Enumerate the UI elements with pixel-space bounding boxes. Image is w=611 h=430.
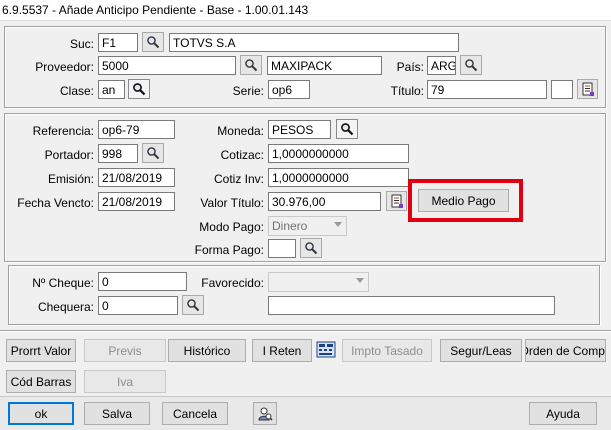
fecha-vencto-field[interactable]: 21/08/2019 bbox=[98, 192, 175, 211]
portador-label: Portador: bbox=[44, 148, 94, 162]
ayuda-button[interactable]: Ayuda bbox=[529, 402, 597, 425]
cheque-numero-label: Nº Cheque: bbox=[32, 276, 94, 290]
titulo-field[interactable]: 79 bbox=[427, 80, 547, 99]
suc-description: TOTVS S.A bbox=[169, 33, 459, 52]
cotiz-inv-label: Cotiz Inv: bbox=[213, 172, 264, 186]
impto-tasado-button[interactable]: Impto Tasado bbox=[342, 339, 432, 362]
modo-pago-label: Modo Pago: bbox=[199, 220, 264, 234]
search-icon bbox=[187, 299, 200, 312]
valor-titulo-document-button[interactable] bbox=[386, 191, 407, 211]
serie-field[interactable]: op6 bbox=[268, 80, 310, 99]
prorrt-valor-button[interactable]: Prorrt Valor bbox=[6, 339, 76, 362]
moneda-field[interactable]: PESOS bbox=[268, 120, 331, 139]
favorecido-select bbox=[268, 272, 369, 292]
moneda-label: Moneda: bbox=[217, 124, 264, 138]
forma-pago-label: Forma Pago: bbox=[194, 243, 264, 257]
chequera-lookup-button[interactable] bbox=[182, 295, 204, 315]
referencia-label: Referencia: bbox=[32, 124, 94, 138]
document-icon bbox=[391, 194, 403, 208]
portador-field[interactable]: 998 bbox=[98, 144, 138, 163]
chequera-label: Chequera: bbox=[37, 300, 94, 314]
window-titlebar: 6.9.5537 - Añade Anticipo Pendiente - Ba… bbox=[0, 0, 611, 21]
cheque-numero-field[interactable]: 0 bbox=[98, 272, 187, 291]
user-lookup-button[interactable] bbox=[253, 402, 277, 425]
proveedor-description: MAXIPACK bbox=[267, 56, 382, 75]
emision-label: Emisión: bbox=[47, 172, 94, 186]
clase-lookup-button[interactable] bbox=[128, 79, 150, 99]
suc-label: Suc: bbox=[69, 37, 94, 51]
titulo-label: Título: bbox=[390, 84, 424, 98]
iva-button[interactable]: Iva bbox=[84, 370, 166, 393]
salva-button[interactable]: Salva bbox=[84, 402, 150, 425]
fecha-vencto-label: Fecha Vencto: bbox=[17, 196, 94, 210]
chequera-field[interactable]: 0 bbox=[98, 296, 178, 315]
valor-titulo-label: Valor Título: bbox=[200, 196, 264, 210]
search-icon bbox=[305, 242, 318, 255]
pais-field[interactable]: ARG bbox=[427, 56, 456, 75]
cotizac-label: Cotizac: bbox=[220, 148, 264, 162]
orden-de-compra-button[interactable]: Orden de Compr. bbox=[525, 339, 606, 362]
clase-label: Clase: bbox=[59, 84, 94, 98]
suc-field[interactable]: F1 bbox=[98, 33, 138, 52]
search-icon bbox=[465, 59, 478, 72]
clase-field[interactable]: an bbox=[98, 80, 125, 99]
pais-lookup-button[interactable] bbox=[460, 55, 482, 75]
modo-pago-select: Dinero bbox=[268, 216, 347, 236]
search-icon bbox=[341, 123, 354, 136]
search-icon bbox=[245, 59, 258, 72]
cod-barras-button[interactable]: Cód Barras bbox=[6, 370, 76, 393]
ok-button[interactable]: ok bbox=[8, 402, 74, 425]
forma-pago-lookup-button[interactable] bbox=[300, 238, 322, 258]
historico-button[interactable]: Histórico bbox=[168, 339, 246, 362]
chevron-down-icon bbox=[334, 222, 342, 227]
document-icon bbox=[582, 82, 594, 96]
divider bbox=[0, 330, 611, 331]
emision-field[interactable]: 21/08/2019 bbox=[98, 168, 175, 187]
search-icon bbox=[147, 36, 160, 49]
segur-leas-button[interactable]: Segur/Leas bbox=[440, 339, 522, 362]
proveedor-label: Proveedor: bbox=[35, 60, 94, 74]
moneda-lookup-button[interactable] bbox=[336, 119, 358, 139]
proveedor-field[interactable]: 5000 bbox=[98, 56, 236, 75]
user-search-icon bbox=[258, 407, 273, 421]
document-button[interactable] bbox=[577, 79, 598, 99]
medio-pago-button[interactable]: Medio Pago bbox=[418, 189, 509, 212]
cotizac-field[interactable]: 1,0000000000 bbox=[268, 144, 409, 163]
referencia-field[interactable]: op6-79 bbox=[98, 120, 175, 139]
window-title: 6.9.5537 - Añade Anticipo Pendiente - Ba… bbox=[2, 3, 309, 17]
chevron-down-icon bbox=[356, 278, 364, 283]
cancela-button[interactable]: Cancela bbox=[162, 402, 228, 425]
favorecido-label: Favorecido: bbox=[201, 276, 264, 290]
pais-label: País: bbox=[396, 60, 424, 74]
serie-label: Serie: bbox=[232, 84, 264, 98]
search-icon bbox=[147, 147, 160, 160]
forma-pago-field[interactable] bbox=[268, 239, 296, 258]
search-icon bbox=[133, 83, 146, 96]
titulo-extra-field[interactable] bbox=[551, 80, 573, 99]
suc-lookup-button[interactable] bbox=[142, 32, 164, 52]
previs-button[interactable]: Previs bbox=[84, 339, 166, 362]
calculator-icon[interactable] bbox=[315, 340, 337, 360]
portador-lookup-button[interactable] bbox=[142, 143, 164, 163]
i-reten-button[interactable]: I Reten bbox=[252, 339, 312, 362]
proveedor-lookup-button[interactable] bbox=[240, 55, 262, 75]
cotiz-inv-field[interactable]: 1,0000000000 bbox=[268, 168, 409, 187]
modo-pago-value: Dinero bbox=[272, 219, 308, 233]
valor-titulo-field[interactable]: 30.976,00 bbox=[268, 192, 381, 211]
chequera-description bbox=[268, 296, 555, 315]
